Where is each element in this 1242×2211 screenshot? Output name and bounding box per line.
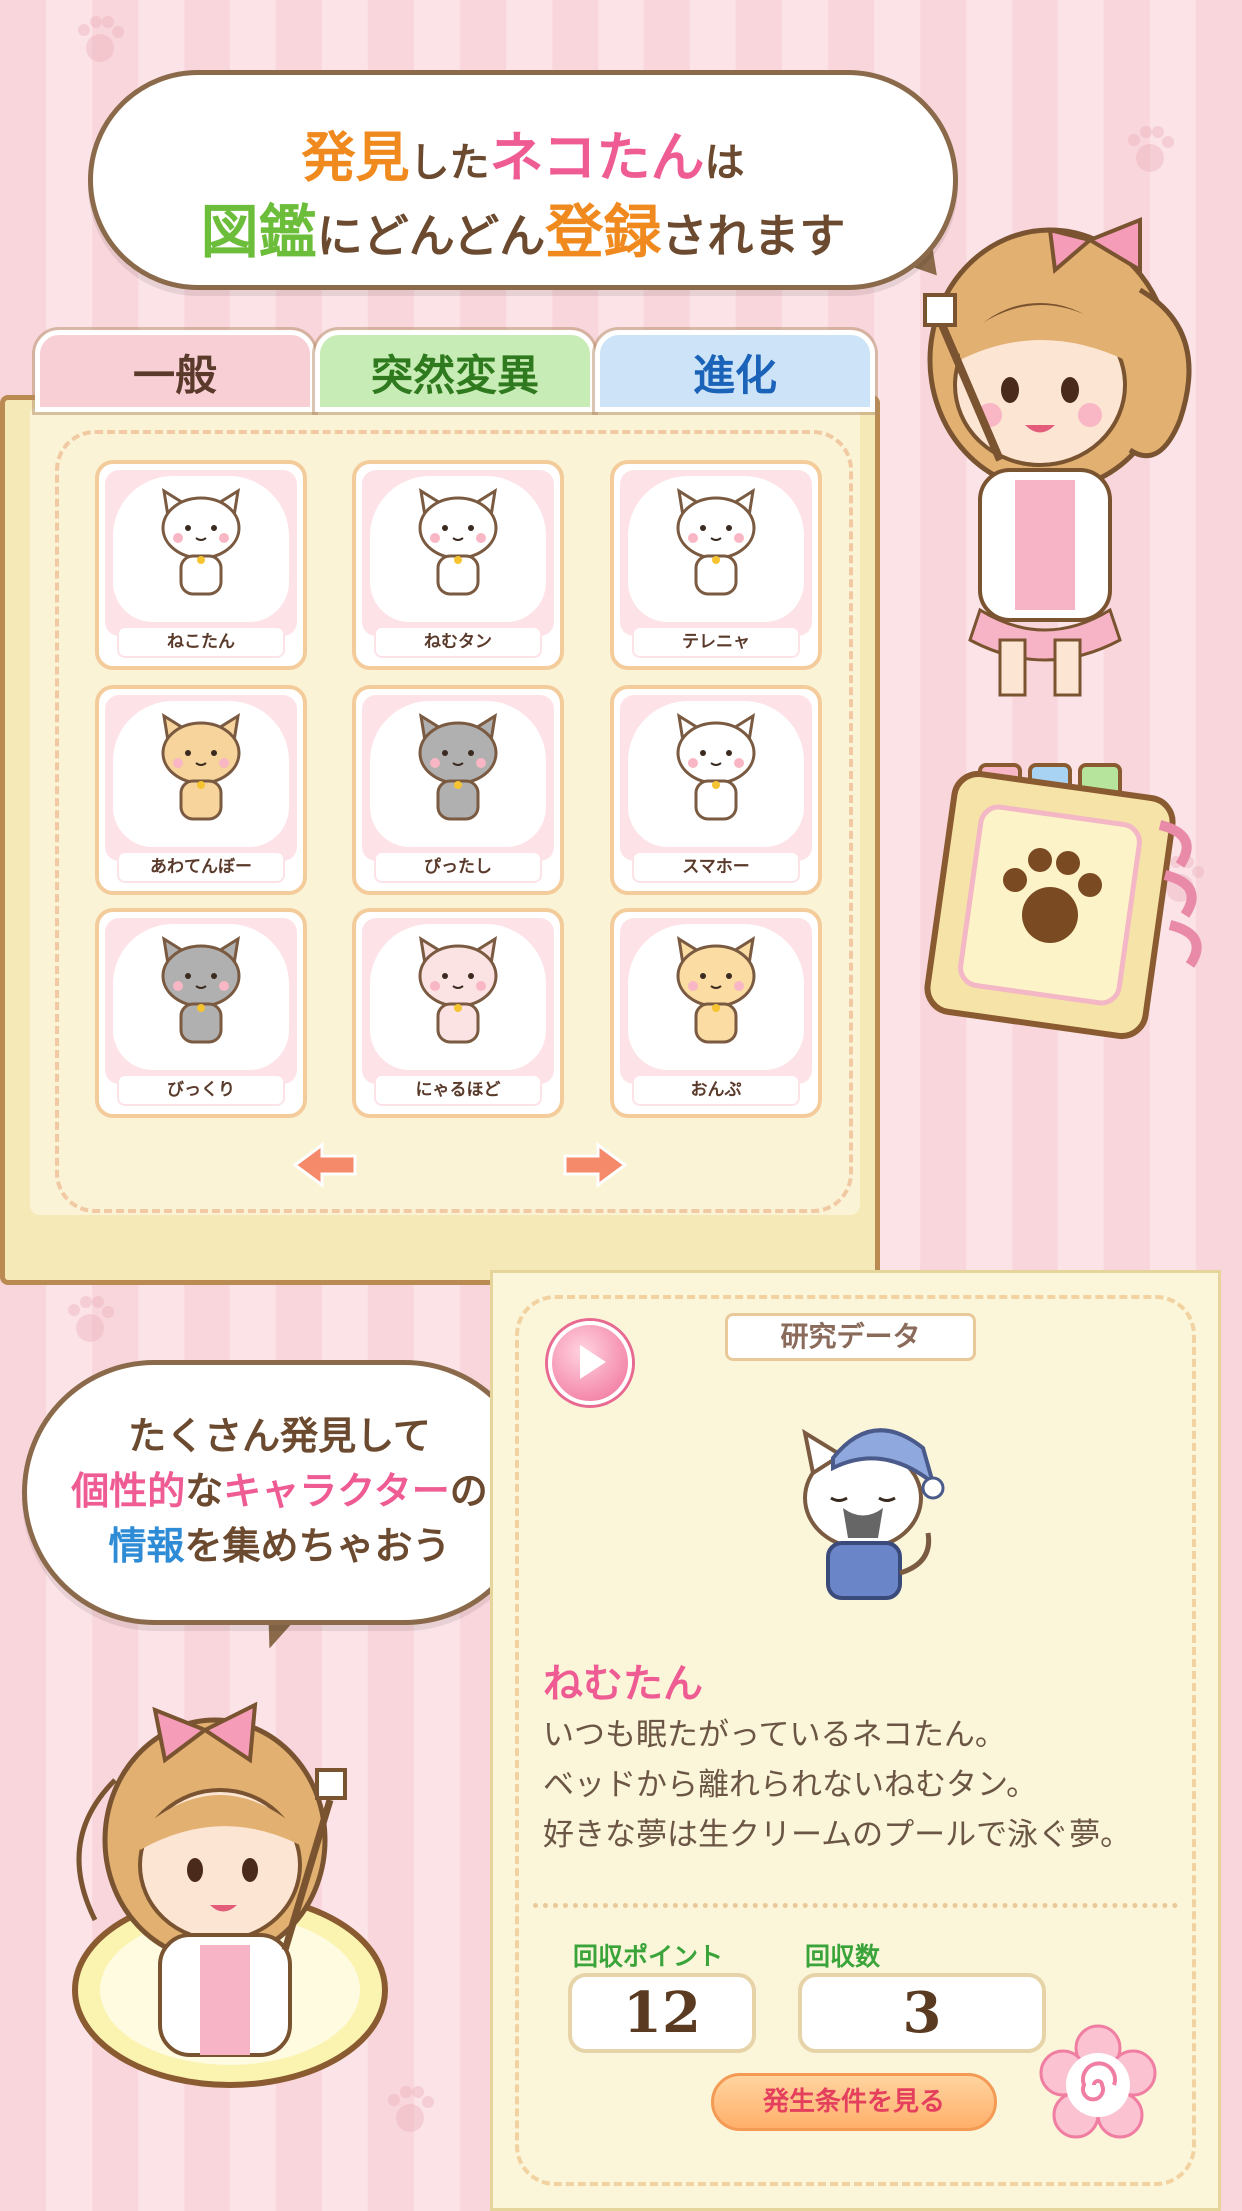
catalog-item[interactable]: ぴったし [352, 685, 564, 895]
headline-segment: 発見 [301, 126, 410, 189]
catalog-item[interactable]: おんぷ [610, 908, 822, 1118]
tab-general[interactable]: 一般 [35, 330, 315, 412]
description-line: いつも眠たがっているネコたん。 [543, 1717, 1006, 1753]
catalog-item[interactable]: にゃるほど [352, 908, 564, 1118]
bubble-segment: の [449, 1469, 488, 1513]
catalog-item[interactable]: ねむタン [352, 460, 564, 670]
catalog-item-name: スマホー [632, 851, 800, 883]
bouquet-cat-icon [676, 487, 756, 596]
catalog-item-name: ぴったし [374, 851, 542, 883]
catalog-item-name: テレニャ [632, 626, 800, 658]
bubble-segment: 個性的 [71, 1469, 186, 1513]
bubble-line-1: たくさん発見して [27, 1405, 532, 1460]
catalog-book: 一般 突然変異 進化 ねこたん ねむタン テレニャあわてんぼー ぴったし スマホーびっく… [0, 330, 880, 1290]
count-value: 3 [798, 1973, 1046, 2053]
catalog-item[interactable]: スマホー [610, 685, 822, 895]
headline-line-2: 図鑑にどんどん登録されます [93, 185, 953, 269]
paw-decoration-icon [1128, 126, 1174, 172]
paw-decoration-icon [78, 16, 124, 62]
tab-label: 突然変異 [370, 351, 539, 400]
count-label: 回収数 [805, 1942, 881, 1971]
catalog-item-name: ねむタン [374, 626, 542, 658]
nodding-cat-icon [418, 935, 498, 1044]
headline-segment: 図鑑 [200, 198, 317, 266]
scientist-girl-illustration [923, 217, 1192, 697]
catalog-item[interactable]: テレニャ [610, 460, 822, 670]
headline-line-1: 発見したネコたんは [93, 113, 953, 192]
scientist-girl-bust-illustration [72, 1701, 388, 2088]
tab-label: 一般 [132, 351, 217, 400]
notebook-illustration [924, 763, 1202, 1040]
catalog-item-name: あわてんぼー [117, 851, 285, 883]
spiral-flower-icon [1039, 2024, 1157, 2139]
next-page-arrow-icon[interactable] [560, 1140, 630, 1190]
catalog-item-name: びっくり [117, 1074, 285, 1106]
music-note-cat-icon [676, 935, 756, 1044]
clock-cat-icon [418, 712, 498, 821]
bubble-line-3: 情報を集めちゃおう [27, 1515, 532, 1570]
view-conditions-button[interactable]: 発生条件を見る [711, 2073, 997, 2131]
bubble-segment: 情報 [108, 1524, 185, 1568]
info-speech-bubble: たくさん発見して 個性的なキャラクターの 情報を集めちゃおう [22, 1360, 537, 1625]
catalog-item-name: にゃるほど [374, 1074, 542, 1106]
bubble-segment: キャラクター [223, 1469, 450, 1513]
headline-segment: されます [661, 209, 846, 263]
catalog-item[interactable]: びっくり [95, 908, 307, 1118]
play-voice-button[interactable] [548, 1321, 632, 1405]
catalog-item-name: おんぷ [632, 1074, 800, 1106]
bubble-segment: を集めちゃおう [184, 1524, 451, 1568]
paw-decoration-icon [68, 1296, 114, 1342]
tab-evolution[interactable]: 進化 [595, 330, 875, 412]
description-line: ベッドから離れられないねむタン。 [543, 1767, 1038, 1803]
research-data-panel: 研究データ ねむたん いつも眠たがっているネコたん。 ベッドから離れられないねむ… [490, 1270, 1221, 2211]
prev-page-arrow-icon[interactable] [290, 1140, 360, 1190]
catalog-item[interactable]: ねこたん [95, 460, 307, 670]
character-name: ねむたん [543, 1661, 703, 1707]
research-data-label: 研究データ [725, 1313, 976, 1361]
dotted-divider [533, 1903, 1178, 1908]
points-label: 回収ポイント [573, 1942, 724, 1971]
catalog-item[interactable]: あわてんぼー [95, 685, 307, 895]
sleepy-cat-icon [802, 1428, 945, 1600]
bubble-segment: な [185, 1469, 224, 1513]
description-line: 好きな夢は生クリームのプールで泳ぐ夢。 [543, 1817, 1132, 1853]
headline-segment: ネコたん [489, 126, 705, 189]
sleepy-cat-icon [418, 487, 498, 596]
bubble-segment: たくさん発見して [128, 1414, 431, 1458]
headline-segment: 登録 [545, 198, 662, 266]
headline-segment: にどんどん [316, 209, 546, 263]
catalog-item-name: ねこたん [117, 626, 285, 658]
headline-speech-bubble: 発見したネコたんは 図鑑にどんどん登録されます [88, 70, 958, 290]
surprised-cat-icon [161, 935, 241, 1044]
points-value: 12 [568, 1973, 756, 2053]
tab-mutation[interactable]: 突然変異 [315, 330, 595, 412]
headline-segment: は [704, 140, 745, 186]
tab-label: 進化 [692, 351, 777, 400]
white-cat-icon [161, 487, 241, 596]
panic-cat-icon [161, 712, 241, 821]
phone-cat-icon [676, 712, 756, 821]
bubble-line-2: 個性的なキャラクターの [27, 1460, 532, 1515]
headline-segment: した [409, 140, 490, 186]
